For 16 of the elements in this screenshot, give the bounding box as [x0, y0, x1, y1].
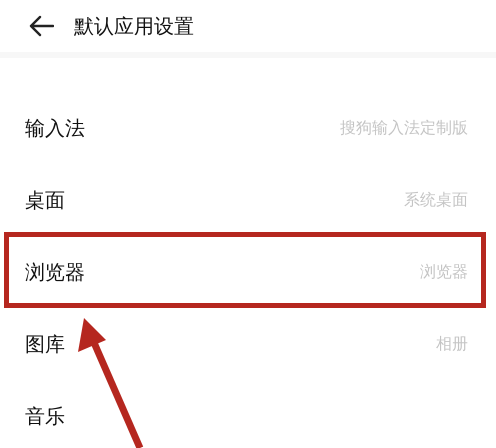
row-value: 搜狗输入法定制版 [340, 118, 468, 138]
back-icon[interactable] [28, 15, 54, 37]
row-value: 浏览器 [420, 262, 468, 282]
row-value: 系统桌面 [404, 190, 468, 210]
row-label: 输入法 [25, 114, 85, 142]
page-title: 默认应用设置 [74, 12, 194, 40]
row-label: 音乐 [25, 402, 65, 430]
settings-row[interactable]: 图库 相册 [0, 308, 496, 380]
row-label: 浏览器 [25, 258, 85, 286]
settings-row[interactable]: 桌面 系统桌面 [0, 164, 496, 236]
row-label: 图库 [25, 330, 65, 358]
settings-row[interactable]: 音乐 [0, 380, 496, 448]
row-value: 相册 [436, 334, 468, 354]
settings-row[interactable]: 输入法 搜狗输入法定制版 [0, 92, 496, 164]
settings-row[interactable]: 浏览器 浏览器 [0, 236, 496, 308]
row-label: 桌面 [25, 186, 65, 214]
